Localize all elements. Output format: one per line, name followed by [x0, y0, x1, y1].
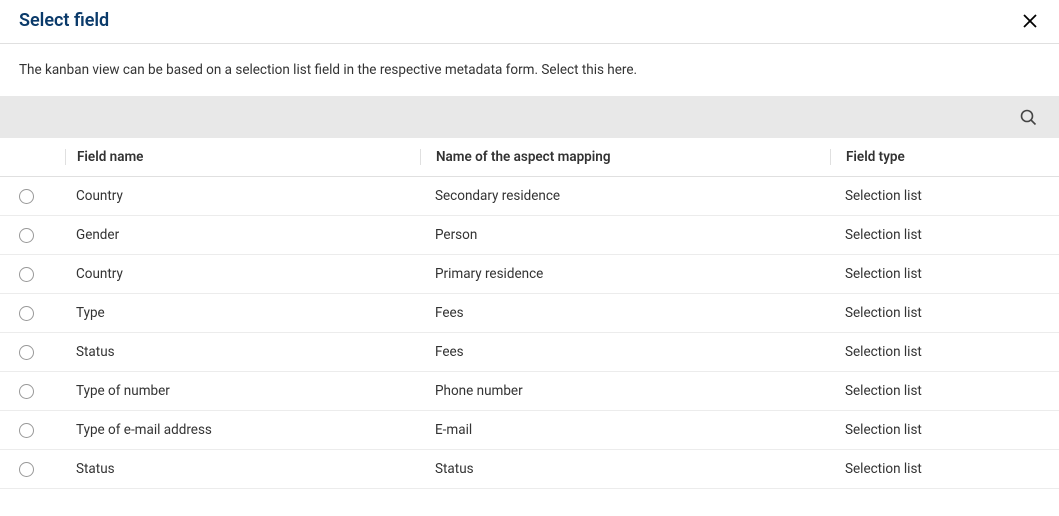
- fieldname-cell: Country: [65, 188, 420, 204]
- close-icon[interactable]: [1020, 11, 1040, 31]
- fieldtype-cell: Selection list: [830, 383, 1059, 399]
- radio-cell: [0, 383, 65, 399]
- aspect-cell: Fees: [420, 344, 830, 360]
- aspect-cell: Secondary residence: [420, 188, 830, 204]
- fieldname-cell: Country: [65, 266, 420, 282]
- radio-button[interactable]: [19, 267, 34, 282]
- radio-cell: [0, 266, 65, 282]
- radio-button[interactable]: [19, 384, 34, 399]
- fieldname-cell: Status: [65, 344, 420, 360]
- table-row[interactable]: Country Primary residence Selection list: [0, 255, 1059, 294]
- radio-button[interactable]: [19, 345, 34, 360]
- fieldtype-cell: Selection list: [830, 305, 1059, 321]
- fieldtype-cell: Selection list: [830, 266, 1059, 282]
- col-fieldtype-header[interactable]: Field type: [830, 149, 1059, 165]
- dialog-header: Select field: [0, 0, 1059, 44]
- radio-cell: [0, 461, 65, 477]
- radio-button[interactable]: [19, 462, 34, 477]
- radio-cell: [0, 344, 65, 360]
- field-table: Field name Name of the aspect mapping Fi…: [0, 138, 1059, 489]
- page-title: Select field: [19, 10, 109, 31]
- radio-cell: [0, 188, 65, 204]
- fieldname-cell: Type of number: [65, 383, 420, 399]
- search-bar: [0, 96, 1059, 138]
- table-row[interactable]: Type of number Phone number Selection li…: [0, 372, 1059, 411]
- table-row[interactable]: Status Fees Selection list: [0, 333, 1059, 372]
- radio-cell: [0, 422, 65, 438]
- table-row[interactable]: Gender Person Selection list: [0, 216, 1059, 255]
- radio-button[interactable]: [19, 306, 34, 321]
- aspect-cell: Primary residence: [420, 266, 830, 282]
- aspect-cell: Phone number: [420, 383, 830, 399]
- table-row[interactable]: Type Fees Selection list: [0, 294, 1059, 333]
- fieldtype-cell: Selection list: [830, 344, 1059, 360]
- fieldname-cell: Status: [65, 461, 420, 477]
- radio-button[interactable]: [19, 423, 34, 438]
- aspect-cell: Person: [420, 227, 830, 243]
- radio-button[interactable]: [19, 189, 34, 204]
- table-header: Field name Name of the aspect mapping Fi…: [0, 138, 1059, 177]
- description-text: The kanban view can be based on a select…: [0, 44, 1059, 96]
- col-aspect-header[interactable]: Name of the aspect mapping: [420, 149, 830, 165]
- fieldname-cell: Type of e-mail address: [65, 422, 420, 438]
- table-row[interactable]: Type of e-mail address E-mail Selection …: [0, 411, 1059, 450]
- fieldtype-cell: Selection list: [830, 461, 1059, 477]
- table-row[interactable]: Country Secondary residence Selection li…: [0, 177, 1059, 216]
- radio-cell: [0, 305, 65, 321]
- radio-cell: [0, 227, 65, 243]
- table-row[interactable]: Status Status Selection list: [0, 450, 1059, 489]
- aspect-cell: E-mail: [420, 422, 830, 438]
- col-radio-header: [0, 149, 65, 165]
- search-icon[interactable]: [1020, 109, 1037, 126]
- fieldtype-cell: Selection list: [830, 422, 1059, 438]
- radio-button[interactable]: [19, 228, 34, 243]
- aspect-cell: Status: [420, 461, 830, 477]
- fieldname-cell: Gender: [65, 227, 420, 243]
- aspect-cell: Fees: [420, 305, 830, 321]
- fieldtype-cell: Selection list: [830, 227, 1059, 243]
- col-fieldname-header[interactable]: Field name: [65, 149, 420, 165]
- fieldname-cell: Type: [65, 305, 420, 321]
- fieldtype-cell: Selection list: [830, 188, 1059, 204]
